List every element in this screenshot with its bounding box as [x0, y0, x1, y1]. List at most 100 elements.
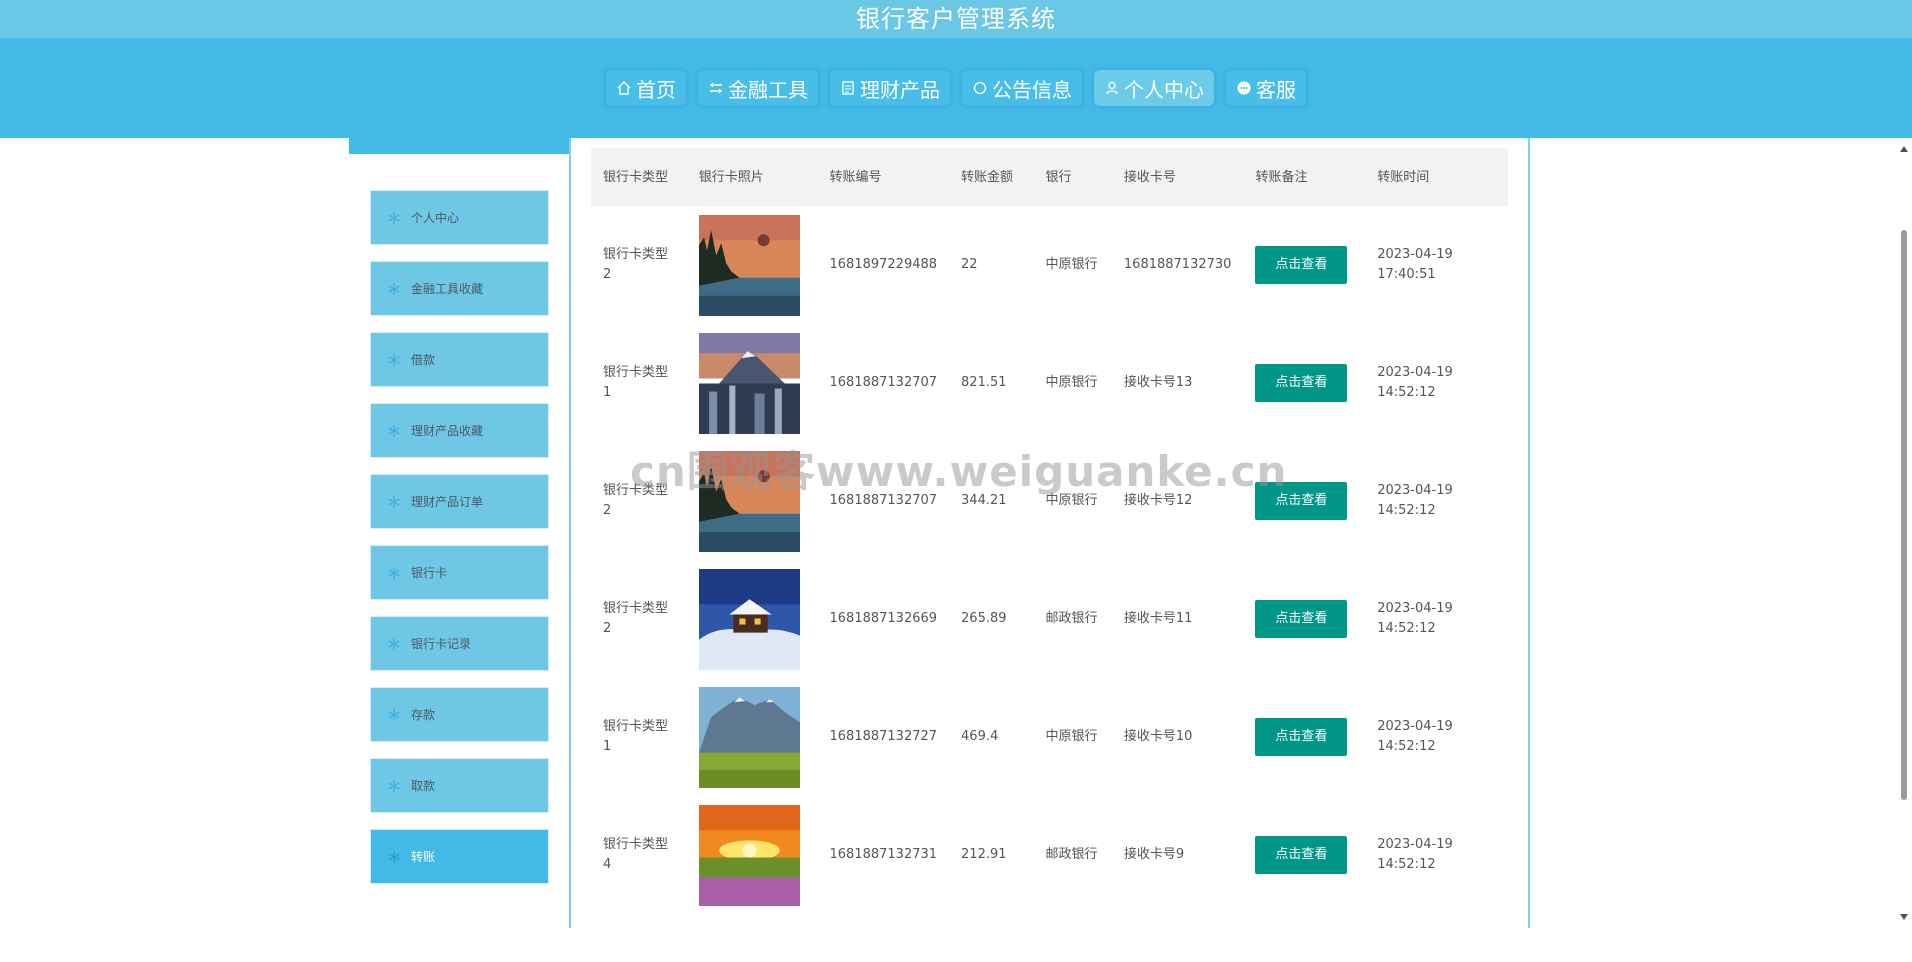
column-header-card-type: 银行卡类型	[603, 169, 669, 185]
transfer-time-cell: 2023-04-19 14:52:12	[1377, 837, 1453, 872]
nav-item-personal-center[interactable]: 个人中心	[1094, 70, 1214, 106]
table-row: 银行卡类型2 1681897229488 22 中原银行 16818871327…	[591, 206, 1508, 324]
user-icon	[1106, 81, 1118, 95]
card-type-cell: 银行卡类型2	[603, 247, 669, 282]
scroll-thumb[interactable]	[1901, 230, 1907, 800]
card-photo-cell	[687, 796, 818, 914]
column-header-transfer-time: 转账时间	[1377, 169, 1430, 185]
sidebar-header-bar	[349, 138, 569, 154]
snowflake-icon	[388, 779, 400, 792]
sidebar-item-product-favorites[interactable]: 理财产品收藏	[370, 403, 549, 458]
transfer-list-panel: 银行卡类型 银行卡照片 转账编号 转账金额 银行 接收卡号 转账备注 转账时间 …	[569, 138, 1530, 928]
view-remark-button[interactable]: 点击查看	[1255, 836, 1348, 874]
circle-icon	[973, 81, 987, 95]
home-icon	[617, 81, 631, 95]
nav-item-label: 理财产品	[860, 77, 940, 102]
app-title: 银行客户管理系统	[0, 0, 1912, 38]
lake-sunset-image[interactable]	[698, 214, 800, 316]
document-icon	[842, 81, 854, 95]
card-photo-cell	[687, 560, 818, 678]
sidebar-item-bank-card[interactable]: 银行卡	[370, 545, 549, 600]
sidebar-item-label: 银行卡记录	[411, 637, 472, 651]
column-header-card-photo: 银行卡照片	[698, 169, 764, 185]
snowflake-icon	[388, 353, 400, 366]
transfer-time-cell: 2023-04-19 14:52:12	[1377, 719, 1453, 754]
bank-cell: 中原银行	[1045, 729, 1098, 744]
transfer-no-cell: 1681897229488	[829, 257, 938, 272]
transfer-time-cell: 2023-04-19 14:52:12	[1377, 601, 1453, 636]
view-remark-button[interactable]: 点击查看	[1255, 718, 1348, 756]
scroll-down-icon[interactable]	[1900, 914, 1908, 920]
snow-cabin-image[interactable]	[698, 568, 800, 670]
card-type-cell: 银行卡类型1	[603, 365, 669, 400]
sidebar-item-label: 金融工具收藏	[411, 282, 484, 296]
sidebar-item-product-orders[interactable]: 理财产品订单	[370, 474, 549, 529]
remark-cell: 点击查看	[1243, 560, 1365, 678]
nav-item-label: 金融工具	[728, 77, 808, 102]
sidebar-item-label: 取款	[411, 779, 436, 793]
column-header-transfer-no: 转账编号	[829, 169, 882, 185]
sidebar-item-label: 理财产品收藏	[411, 424, 484, 438]
view-remark-button[interactable]: 点击查看	[1255, 364, 1348, 402]
card-photo-cell	[687, 324, 818, 442]
card-type-cell: 银行卡类型4	[603, 837, 669, 872]
view-remark-button[interactable]: 点击查看	[1255, 246, 1348, 284]
table-row: 银行卡类型1 1681887132707 821.51 中原银行 接收卡号13 …	[591, 324, 1508, 442]
mountain-meadow-image[interactable]	[698, 686, 800, 788]
view-remark-button[interactable]: 点击查看	[1255, 600, 1348, 638]
sidebar-item-loan[interactable]: 借款	[370, 332, 549, 387]
nav-item-announcements[interactable]: 公告信息	[962, 70, 1082, 106]
sidebar-item-label: 借款	[411, 353, 436, 367]
remark-cell: 点击查看	[1243, 206, 1365, 324]
nav-item-home[interactable]: 首页	[606, 70, 686, 106]
nav-item-financial-tools[interactable]: 金融工具	[698, 70, 818, 106]
sidebar-item-withdraw[interactable]: 取款	[370, 758, 549, 813]
remark-cell: 点击查看	[1243, 796, 1365, 914]
column-header-remark: 转账备注	[1255, 169, 1308, 185]
remark-cell: 点击查看	[1243, 678, 1365, 796]
bank-cell: 邮政银行	[1045, 611, 1098, 626]
amount-cell: 212.91	[961, 847, 1007, 862]
sidebar-item-label: 银行卡	[411, 566, 448, 580]
table-row: 银行卡类型4 1681887132731 212.91 邮政银行 接收卡号9 点…	[591, 796, 1508, 914]
sidebar-item-deposit[interactable]: 存款	[370, 687, 549, 742]
sliders-icon	[710, 82, 722, 94]
snowflake-icon	[388, 424, 400, 437]
sidebar-item-label: 存款	[411, 708, 436, 722]
bank-cell: 邮政银行	[1045, 847, 1098, 862]
snowflake-icon	[388, 637, 400, 650]
amount-cell: 821.51	[961, 375, 1007, 390]
transfer-table: 银行卡类型 银行卡照片 转账编号 转账金额 银行 接收卡号 转账备注 转账时间 …	[591, 148, 1508, 914]
nav-item-label: 首页	[636, 77, 676, 102]
amount-cell: 22	[961, 257, 978, 272]
receiving-card-cell: 接收卡号13	[1123, 375, 1193, 390]
flower-sunrise-image[interactable]	[698, 804, 800, 906]
sidebar-item-transfer[interactable]: 转账	[370, 829, 549, 884]
card-type-cell: 银行卡类型1	[603, 719, 669, 754]
table-row: 银行卡类型1 1681887132727 469.4 中原银行 接收卡号10 点…	[591, 678, 1508, 796]
sidebar-item-label: 转账	[411, 850, 436, 864]
sidebar-item-tool-favorites[interactable]: 金融工具收藏	[370, 261, 549, 316]
nav-item-wealth-products[interactable]: 理财产品	[830, 70, 950, 106]
sidebar-item-label: 个人中心	[411, 211, 460, 225]
snowflake-icon	[388, 495, 400, 508]
card-type-cell: 银行卡类型2	[603, 601, 669, 636]
sidebar-item-bank-card-records[interactable]: 银行卡记录	[370, 616, 549, 671]
sidebar-item-label: 理财产品订单	[411, 495, 484, 509]
sidebar: 个人中心 金融工具收藏 借款 理财产品收藏 理财产品订单 银行卡 银行卡记录 存…	[370, 190, 549, 900]
column-header-bank: 银行	[1045, 169, 1072, 185]
snowflake-icon	[388, 282, 400, 295]
transfer-no-cell: 1681887132731	[829, 847, 938, 862]
scroll-up-icon[interactable]	[1900, 146, 1908, 152]
mountain-city-image[interactable]	[698, 332, 800, 434]
card-photo-cell	[687, 678, 818, 796]
nav-item-customer-service[interactable]: 客服	[1226, 70, 1306, 106]
page-scrollbar[interactable]	[1896, 138, 1912, 928]
transfer-no-cell: 1681887132669	[829, 611, 938, 626]
nav-item-label: 个人中心	[1124, 77, 1204, 102]
receiving-card-cell: 接收卡号9	[1123, 847, 1185, 862]
column-header-receiving-card: 接收卡号	[1123, 169, 1176, 185]
receiving-card-cell: 接收卡号10	[1123, 729, 1193, 744]
amount-cell: 265.89	[961, 611, 1007, 626]
sidebar-item-personal-center[interactable]: 个人中心	[370, 190, 549, 245]
